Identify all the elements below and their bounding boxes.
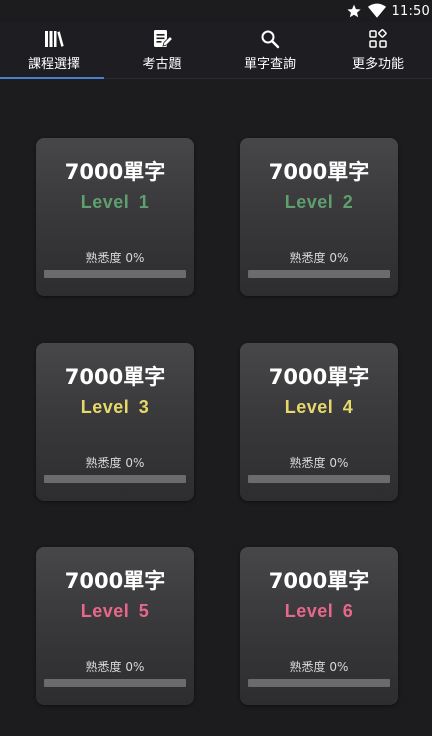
familiarity-label: 熟悉度 — [85, 251, 122, 265]
tab-label: 考古題 — [142, 57, 182, 72]
status-bar: 11:50 — [0, 0, 432, 22]
tab-word-lookup[interactable]: 單字查詢 — [216, 22, 324, 78]
card-title: 7000單字 — [64, 160, 166, 184]
card-level: Level 5 — [80, 601, 150, 621]
card-level: Level 3 — [80, 397, 150, 417]
card-title: 7000單字 — [64, 365, 166, 389]
wifi-icon — [367, 3, 386, 19]
status-time: 11:50 — [391, 3, 430, 19]
familiarity-label: 熟悉度 — [289, 251, 326, 265]
progress-bar — [44, 679, 186, 687]
search-icon — [260, 29, 280, 49]
progress-bar — [248, 475, 390, 483]
progress-bar — [248, 679, 390, 687]
progress-bar — [248, 270, 390, 278]
status-icons: 11:50 — [346, 0, 432, 22]
books-icon — [44, 29, 64, 49]
familiarity-text: 熟悉度 0% — [240, 454, 398, 471]
tab-past-exams[interactable]: 考古題 — [108, 22, 216, 78]
card-level: Level 1 — [80, 192, 150, 212]
level-card-2[interactable]: 7000單字 Level 2 熟悉度 0% — [240, 138, 398, 296]
familiarity-value: 0% — [125, 660, 145, 674]
tab-course-select[interactable]: 課程選擇 — [0, 22, 108, 79]
familiarity-value: 0% — [329, 456, 349, 470]
card-level: Level 4 — [284, 397, 354, 417]
card-title: 7000單字 — [268, 160, 370, 184]
card-title: 7000單字 — [268, 365, 370, 389]
level-card-6[interactable]: 7000單字 Level 6 熟悉度 0% — [240, 547, 398, 705]
level-card-3[interactable]: 7000單字 Level 3 熟悉度 0% — [36, 343, 194, 501]
card-level: Level 6 — [284, 601, 354, 621]
tab-label: 單字查詢 — [243, 57, 296, 72]
familiarity-text: 熟悉度 0% — [36, 658, 194, 675]
progress-bar — [44, 475, 186, 483]
tab-label: 課程選擇 — [27, 57, 80, 72]
star-icon — [346, 3, 362, 19]
card-title: 7000單字 — [64, 569, 166, 593]
familiarity-label: 熟悉度 — [85, 456, 122, 470]
familiarity-value: 0% — [125, 456, 145, 470]
level-card-1[interactable]: 7000單字 Level 1 熟悉度 0% — [36, 138, 194, 296]
card-level: Level 2 — [284, 192, 354, 212]
edit-note-icon — [152, 29, 172, 49]
tab-label: 更多功能 — [351, 57, 404, 72]
familiarity-text: 熟悉度 0% — [36, 249, 194, 266]
familiarity-value: 0% — [125, 251, 145, 265]
familiarity-label: 熟悉度 — [85, 660, 122, 674]
level-grid: 7000單字 Level 1 熟悉度 0% 7000單字 Level 2 熟悉度… — [0, 78, 432, 736]
tab-bar: 課程選擇 考古題 單字查詢 更多功能 — [0, 22, 432, 79]
familiarity-value: 0% — [329, 251, 349, 265]
tab-more-features[interactable]: 更多功能 — [324, 22, 432, 78]
card-title: 7000單字 — [268, 569, 370, 593]
familiarity-text: 熟悉度 0% — [240, 658, 398, 675]
progress-bar — [44, 270, 186, 278]
apps-icon — [368, 29, 388, 49]
familiarity-text: 熟悉度 0% — [36, 454, 194, 471]
level-card-4[interactable]: 7000單字 Level 4 熟悉度 0% — [240, 343, 398, 501]
familiarity-label: 熟悉度 — [289, 660, 326, 674]
familiarity-label: 熟悉度 — [289, 456, 326, 470]
familiarity-text: 熟悉度 0% — [240, 249, 398, 266]
familiarity-value: 0% — [329, 660, 349, 674]
level-card-5[interactable]: 7000單字 Level 5 熟悉度 0% — [36, 547, 194, 705]
